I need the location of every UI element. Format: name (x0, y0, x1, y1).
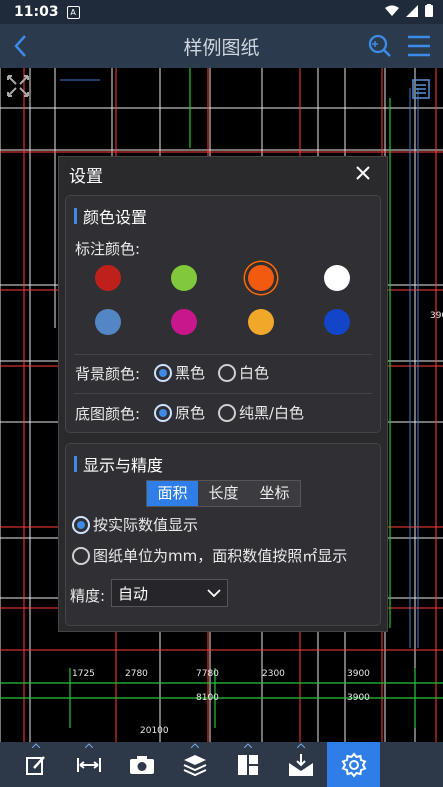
color-swatch-orange[interactable] (248, 265, 274, 291)
radio-indicator (154, 403, 172, 422)
basemap-bw-radio[interactable]: 纯黑/白色 (218, 402, 304, 423)
layers-button[interactable] (168, 742, 221, 787)
bottom-toolbar (0, 742, 443, 787)
caret-up-icon (296, 743, 305, 748)
camera-icon (129, 755, 154, 774)
tab-length[interactable]: 长度 (198, 481, 249, 506)
settings-icon (341, 751, 366, 778)
signal-icon (406, 4, 418, 17)
divider (74, 393, 372, 394)
mm-unit-radio[interactable]: 图纸单位为mm，面积数值按照㎡显示 (72, 545, 347, 566)
status-time: 11:03 (14, 4, 59, 20)
caret-up-icon (84, 743, 93, 748)
caret-up-icon (190, 743, 199, 748)
screenshot-button[interactable] (115, 742, 168, 787)
export-button[interactable] (274, 742, 327, 787)
close-icon[interactable] (355, 165, 371, 181)
menu-icon[interactable] (407, 35, 431, 57)
color-swatch-magenta[interactable] (171, 309, 197, 335)
radio-indicator (72, 515, 90, 534)
section-accent (74, 456, 77, 472)
zoom-search-icon[interactable] (367, 33, 393, 59)
measure-type-tabs: 面积 长度 坐标 (146, 480, 301, 507)
dim-label-8: 20100 (140, 726, 169, 736)
radio-indicator (154, 363, 172, 382)
battery-icon (425, 4, 433, 17)
basemap-original-radio[interactable]: 原色 (154, 402, 205, 423)
status-bar: 11:03 A (0, 0, 443, 24)
precision-select[interactable]: 自动 (111, 579, 228, 607)
app-header: 样例图纸 (0, 24, 443, 68)
radio-indicator (218, 403, 236, 422)
layout-button[interactable] (221, 742, 274, 787)
back-icon[interactable] (10, 33, 32, 59)
settings-button[interactable] (327, 742, 380, 787)
radio-indicator (72, 546, 90, 565)
caret-up-icon (243, 743, 252, 748)
dim-label-5: 3900 (347, 669, 370, 679)
color-section-title: 颜色设置 (83, 208, 148, 227)
dim-label-6: 8100 (196, 693, 219, 703)
display-section-title: 显示与精度 (83, 456, 164, 475)
precision-label: 精度: (70, 587, 106, 605)
color-swatch-white[interactable] (324, 265, 350, 291)
color-swatch-green[interactable] (171, 265, 197, 291)
measure-icon (76, 757, 101, 772)
dialog-title: 设置 (69, 166, 103, 187)
dim-label-2: 2780 (125, 669, 148, 679)
export-icon (288, 753, 313, 776)
fit-screen-icon[interactable] (7, 75, 29, 97)
divider (74, 354, 372, 355)
precision-value: 自动 (118, 584, 149, 603)
measure-button[interactable] (62, 742, 115, 787)
color-swatch-red[interactable] (95, 265, 121, 291)
edit-icon (25, 755, 45, 775)
layout-icon (237, 754, 258, 775)
page-title: 样例图纸 (183, 36, 260, 59)
app-notification-icon: A (66, 5, 80, 19)
color-swatch-blue[interactable] (95, 309, 121, 335)
background-black-radio[interactable]: 黑色 (154, 362, 205, 383)
annotation-color-label: 标注颜色: (75, 240, 141, 258)
wifi-icon (385, 5, 399, 16)
color-settings-card: 颜色设置 标注颜色: 背景颜色: 黑色 白色 底图颜色: 原色 纯黑/白色 (65, 195, 381, 433)
basemap-color-label: 底图颜色: (75, 405, 141, 423)
dim-label-4: 2300 (262, 669, 285, 679)
caret-up-icon (31, 743, 40, 748)
background-white-radio[interactable]: 白色 (218, 362, 269, 383)
display-precision-card: 显示与精度 面积 长度 坐标 按实际数值显示 图纸单位为mm，面积数值按照㎡显示… (65, 443, 381, 626)
settings-dialog: 设置 颜色设置 标注颜色: 背景颜色: 黑色 白色 底图颜色: 原色 纯黑/白色… (58, 156, 388, 632)
layers-icon (183, 754, 206, 776)
dim-label-3: 7780 (196, 669, 219, 679)
dim-label-7: 3900 (347, 693, 370, 703)
section-accent (74, 208, 77, 224)
annotate-button[interactable] (9, 742, 62, 787)
color-swatch-navy[interactable] (324, 309, 350, 335)
dim-label-9: 3900 (430, 311, 443, 321)
tab-coordinate[interactable]: 坐标 (249, 481, 300, 506)
actual-value-radio[interactable]: 按实际数值显示 (72, 514, 198, 535)
color-swatch-amber[interactable] (248, 309, 274, 335)
tab-area[interactable]: 面积 (147, 481, 198, 506)
dim-label-1: 1725 (72, 669, 95, 679)
radio-indicator (218, 363, 236, 382)
chevron-down-icon (207, 589, 221, 598)
background-color-label: 背景颜色: (75, 365, 141, 383)
